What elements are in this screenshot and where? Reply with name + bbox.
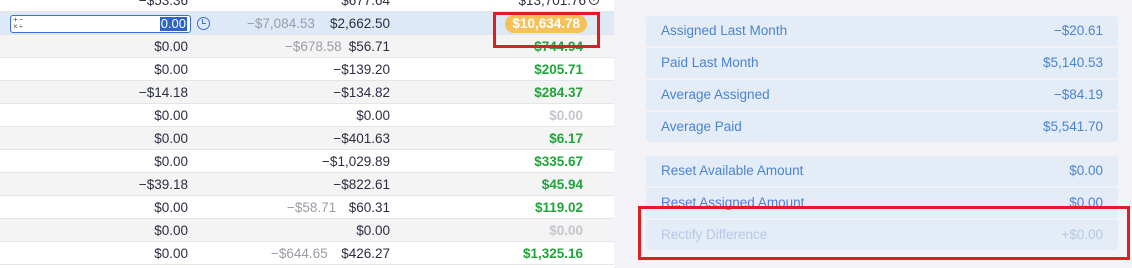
calculator-icon[interactable]: +− ×÷	[13, 16, 24, 31]
activity-cell: $2,662.50	[329, 16, 390, 31]
available-cell[interactable]: $45.94	[542, 173, 583, 196]
table-row[interactable]: $0.00 $0.00 $0.00	[0, 104, 614, 127]
table-row[interactable]: −$53.36 $677.64 $13,701.76 ?	[0, 0, 614, 12]
assigned-cell[interactable]: $0.00	[154, 242, 188, 265]
action-label: Reset Available Amount	[661, 163, 804, 178]
table-row[interactable]: $0.00 −$139.20 $205.71	[0, 58, 614, 81]
activity-cell: −$401.63	[333, 131, 390, 146]
stat-paid-last-month: Paid Last Month $5,140.53	[646, 48, 1118, 78]
history-icon[interactable]	[197, 17, 210, 30]
activity-previous: −$678.58	[285, 39, 342, 54]
activity-cell: −$139.20	[333, 62, 390, 77]
activity-cell: $0.00	[356, 223, 390, 238]
stat-label: Assigned Last Month	[661, 23, 788, 38]
assigned-cell[interactable]: $0.00	[154, 150, 188, 173]
help-icon[interactable]: ?	[589, 0, 599, 5]
activity-cell: $0.00	[356, 108, 390, 123]
assigned-input-value[interactable]: 0.00	[159, 17, 187, 31]
budget-table: −$53.36 $677.64 $13,701.76 ? +−×÷ 0.00 −…	[0, 0, 614, 268]
activity-cell: −$822.61	[333, 177, 390, 192]
activity-cell: −$134.82	[333, 85, 390, 100]
assigned-cell[interactable]: $0.00	[154, 104, 188, 127]
stat-value: $5,140.53	[1042, 55, 1103, 70]
assigned-input[interactable]: +− ×÷ 0.00	[10, 15, 191, 33]
available-cell[interactable]: $6.17	[549, 127, 583, 150]
assigned-cell[interactable]: $0.00	[154, 127, 188, 150]
table-row[interactable]: −$14.18 −$134.82 $284.37	[0, 81, 614, 104]
assigned-cell[interactable]: $0.00	[154, 58, 188, 81]
stat-value: −$84.19	[1053, 87, 1103, 102]
activity-cell: $60.31	[348, 200, 390, 215]
activity-cell: $426.27	[341, 246, 390, 261]
activity-previous: −$58.71	[287, 200, 337, 215]
available-cell[interactable]: $284.37	[534, 81, 583, 104]
stat-value: $5,541.70	[1042, 119, 1103, 134]
assigned-cell[interactable]: −$53.36	[139, 0, 188, 12]
highlight-box-rectify	[638, 206, 1130, 260]
table-row[interactable]: $0.00 $0.00 $0.00	[0, 219, 614, 242]
available-cell[interactable]: $205.71	[534, 58, 583, 81]
activity-previous: −$644.65	[271, 246, 328, 261]
action-value: $0.00	[1069, 163, 1103, 178]
stat-label: Average Assigned	[661, 87, 770, 102]
stat-label: Average Paid	[661, 119, 742, 134]
table-row[interactable]: $0.00 −$644.65 $426.27 $1,325.16	[0, 242, 614, 265]
activity-cell: $56.71	[348, 39, 390, 54]
activity-cell: −$1,029.89	[322, 154, 390, 169]
stat-assigned-last-month: Assigned Last Month −$20.61	[646, 16, 1118, 46]
stat-value: −$20.61	[1053, 23, 1103, 38]
available-cell[interactable]: $0.00	[549, 219, 583, 242]
highlight-box-available	[493, 12, 600, 48]
activity-previous: −$7,084.53	[247, 16, 315, 31]
available-cell: $13,701.76	[518, 0, 586, 8]
table-row[interactable]: −$39.18 −$822.61 $45.94	[0, 173, 614, 196]
table-row[interactable]: $0.00 −$1,029.89 $335.67	[0, 150, 614, 173]
table-row[interactable]: $0.00 −$58.71 $60.31 $119.02	[0, 196, 614, 219]
assigned-cell[interactable]: $0.00	[154, 35, 188, 58]
available-cell[interactable]: $0.00	[549, 104, 583, 127]
assigned-cell[interactable]: −$39.18	[139, 173, 188, 196]
reset-available-button[interactable]: Reset Available Amount $0.00	[646, 156, 1118, 186]
table-row[interactable]: $0.00 −$401.63 $6.17	[0, 127, 614, 150]
inspector-panel: Assigned Last Month −$20.61 Paid Last Mo…	[614, 0, 1132, 268]
assigned-cell[interactable]: $0.00	[154, 219, 188, 242]
activity-cell: $677.64	[341, 0, 390, 8]
available-cell[interactable]: $119.02	[535, 196, 583, 219]
available-cell[interactable]: $1,325.16	[523, 242, 583, 265]
assigned-cell[interactable]: −$14.18	[139, 81, 188, 104]
stat-average-assigned: Average Assigned −$84.19	[646, 80, 1118, 110]
available-cell[interactable]: $335.67	[534, 150, 583, 173]
stat-label: Paid Last Month	[661, 55, 759, 70]
stat-average-paid: Average Paid $5,541.70	[646, 112, 1118, 142]
assigned-cell[interactable]: $0.00	[154, 196, 188, 219]
